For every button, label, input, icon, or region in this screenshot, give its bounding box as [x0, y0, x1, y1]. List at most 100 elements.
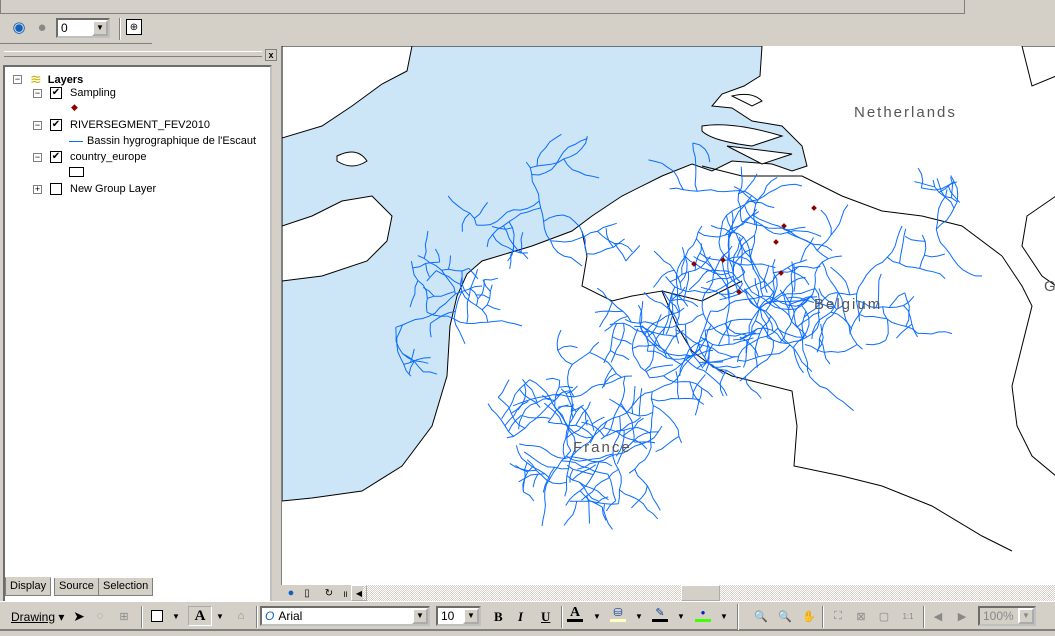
river-segment	[653, 269, 675, 288]
river-segment	[631, 485, 648, 509]
river-segment	[886, 256, 946, 279]
river-segment	[769, 297, 791, 317]
circle-tool-icon[interactable]: ●	[34, 19, 50, 36]
chevron-down-icon[interactable]: ▼	[716, 608, 732, 624]
back-extent-icon: ◀	[933, 610, 943, 623]
rectangle-tool-icon[interactable]	[149, 608, 165, 624]
chevron-down-icon[interactable]: ▼	[631, 608, 647, 624]
map-horizontal-scrollbar[interactable]: ● ▯ ↻ ॥ ◀	[281, 585, 1055, 601]
river-segment	[638, 388, 643, 417]
refresh-icon[interactable]: ↻	[321, 585, 337, 601]
label-france: France	[573, 439, 632, 456]
layer-list: − ≋ Layers − ✔ Sampling ◆ − ✔ RIVERSEGMENT…	[3, 65, 272, 620]
globe-icon[interactable]: ◉	[11, 19, 27, 36]
river-segment	[651, 397, 700, 402]
river-segment	[760, 259, 808, 290]
river-segment	[532, 473, 539, 488]
fill-color-icon[interactable]: ⛁	[610, 606, 626, 622]
collapse-icon[interactable]: −	[33, 88, 42, 98]
river-segment	[938, 181, 958, 193]
chevron-down-icon[interactable]: ▼	[589, 608, 605, 624]
drawing-menu[interactable]: Drawing ▾	[11, 610, 64, 624]
chevron-down-icon[interactable]: ▼	[673, 608, 689, 624]
river-segment	[554, 380, 561, 408]
chevron-down-icon[interactable]: ▼	[412, 608, 428, 624]
bold-button[interactable]: B	[494, 609, 503, 625]
toc-grip[interactable]	[4, 51, 262, 57]
sampling-point	[811, 205, 817, 211]
zoom-out-icon: 🔍	[778, 610, 792, 623]
close-icon[interactable]: x	[265, 49, 277, 61]
italic-button[interactable]: I	[518, 609, 523, 625]
river-segment	[580, 406, 595, 431]
chevron-down-icon[interactable]: ▼	[212, 608, 228, 624]
collapse-icon[interactable]: −	[33, 120, 42, 130]
line-color-icon[interactable]: ✎	[652, 606, 668, 622]
river-segment	[917, 167, 924, 189]
river-segment	[522, 462, 528, 491]
layout-view-icon[interactable]: ▯	[299, 585, 315, 601]
layer-checkbox[interactable]: ✔	[50, 119, 62, 131]
river-segment	[557, 405, 572, 408]
layers-root[interactable]: − ≋ Layers	[13, 71, 83, 88]
river-segment	[882, 306, 889, 341]
map-canvas[interactable]	[282, 46, 1055, 585]
zoom-window-icon[interactable]: ⊕	[126, 19, 142, 35]
edit-vertices-icon[interactable]: ⌂	[233, 608, 249, 624]
collapse-icon[interactable]: −	[13, 75, 22, 84]
zoom-to-element-icon[interactable]: ⊞	[116, 608, 132, 624]
data-view-icon[interactable]: ●	[283, 585, 299, 601]
chevron-down-icon[interactable]: ▼	[168, 608, 184, 624]
rotate-icon[interactable]: ◌	[92, 608, 108, 624]
layer-checkbox[interactable]: ✔	[50, 87, 62, 99]
layer-new-group[interactable]: + New Group Layer	[33, 183, 156, 195]
river-segment	[646, 364, 674, 373]
tab-display[interactable]: Display	[5, 577, 52, 596]
scrollbar-thumb[interactable]	[681, 585, 720, 601]
drawing-toolbar: Drawing ▾ ➤ ◌ ⊞ ▼ A ▼ ⌂ O Arial ▼ 10 ▼ B I …	[0, 601, 1055, 630]
tab-selection[interactable]: Selection	[98, 578, 154, 596]
river-segment	[517, 384, 527, 411]
river-segment	[784, 226, 806, 231]
marker-color-icon[interactable]: ●	[695, 606, 711, 622]
zoom-in-icon: 🔍	[754, 610, 768, 623]
river-segment	[801, 335, 855, 411]
layer-sampling[interactable]: − ✔ Sampling	[33, 87, 116, 99]
chevron-down-icon[interactable]: ▼	[92, 20, 108, 36]
status-bar	[0, 630, 1055, 636]
river-segment	[518, 397, 551, 430]
label-netherlands: Netherlands	[854, 104, 957, 121]
river-segment	[603, 503, 613, 530]
layer-country-europe[interactable]: − ✔ country_europe	[33, 151, 146, 163]
forward-extent-icon: ▶	[957, 610, 967, 623]
font-size-combo[interactable]: 10 ▼	[436, 606, 481, 626]
river-segment	[733, 186, 757, 205]
underline-button[interactable]: U	[541, 609, 550, 625]
table-of-contents: x − ≋ Layers − ✔ Sampling ◆ − ✔ RIVERSEGME…	[0, 46, 280, 620]
expand-icon[interactable]: +	[33, 184, 42, 194]
river-segment	[694, 388, 703, 416]
river-segment	[603, 323, 618, 364]
scroll-left-icon[interactable]: ◀	[351, 585, 367, 601]
river-segment	[904, 235, 926, 242]
font-color-icon[interactable]: A	[567, 605, 583, 622]
river-segment	[631, 386, 636, 414]
reference-scale-combo[interactable]: 0 ▼	[56, 18, 110, 38]
river-segment	[484, 277, 499, 281]
river-segment	[644, 307, 685, 335]
fixed-zoom-out-icon: ▢	[878, 610, 890, 623]
layer-riversegment[interactable]: − ✔ RIVERSEGMENT_FEV2010	[33, 119, 210, 131]
tools-toolbar: ◉ ● 0 ▼ ⊕	[0, 14, 152, 44]
text-tool-icon[interactable]: A	[188, 606, 212, 626]
river-segment	[804, 344, 858, 353]
collapse-icon[interactable]: −	[33, 152, 42, 162]
tab-source[interactable]: Source	[54, 578, 99, 596]
font-combo[interactable]: O Arial ▼	[260, 606, 430, 626]
river-segment	[556, 329, 573, 365]
chevron-down-icon[interactable]: ▼	[463, 608, 479, 624]
select-arrow-icon[interactable]: ➤	[71, 608, 87, 624]
layer-checkbox[interactable]: ✔	[50, 151, 62, 163]
map-view[interactable]: Netherlands Belgium France G	[281, 46, 1055, 585]
point-symbol-icon: ◆	[71, 102, 78, 112]
layer-checkbox[interactable]	[50, 183, 62, 195]
